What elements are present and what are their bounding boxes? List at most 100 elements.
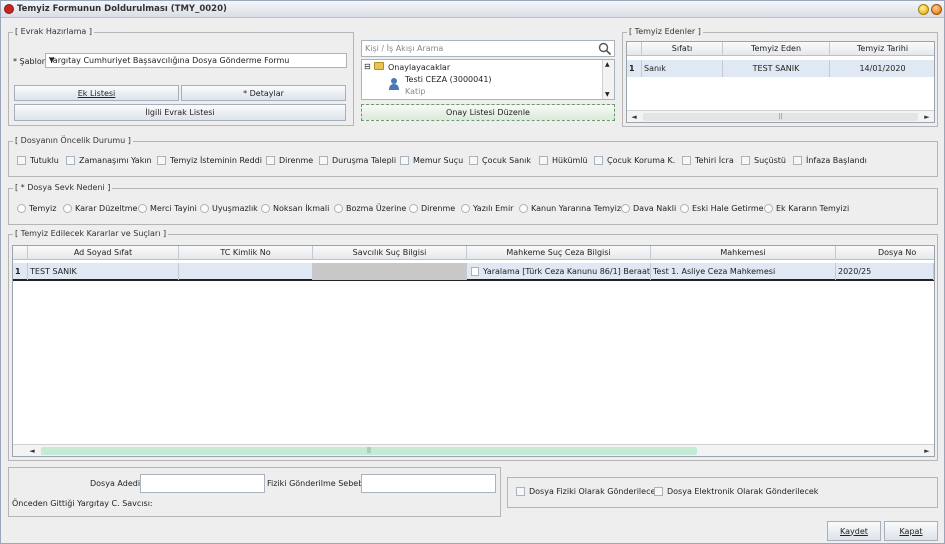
ek-karar-temyiz-radio[interactable]: Ek Kararın Temyizi — [764, 204, 849, 213]
yazili-emir-radio[interactable]: Yazılı Emir — [461, 204, 513, 213]
scroll-left-icon[interactable]: ◄ — [27, 446, 37, 456]
col-header[interactable]: Mahkemesi — [651, 246, 836, 260]
tree-role-label: Katip — [405, 87, 426, 96]
close-button[interactable] — [931, 4, 942, 15]
tehiri-icra-checkbox[interactable]: Tehiri İcra — [682, 156, 734, 165]
tree-vscroll[interactable]: ▲ ▼ — [602, 60, 614, 99]
durusma-checkbox[interactable]: Duruşma Talepli — [319, 156, 396, 165]
checkbox-label: İnfaza Başlandı — [806, 156, 867, 165]
temyiz-reddi-checkbox[interactable]: Temyiz İsteminin Reddi — [157, 156, 262, 165]
karar-duzeltme-radio[interactable]: Karar Düzeltme — [63, 204, 137, 213]
col-header[interactable]: Mahkeme Suç Ceza Bilgisi — [467, 246, 651, 260]
noksan-ikmali-radio[interactable]: Noksan İkmali — [261, 204, 329, 213]
merci-tayini-radio[interactable]: Merci Tayini — [138, 204, 197, 213]
checkbox-label: Çocuk Sanık — [482, 156, 532, 165]
cocuk-koruma-checkbox[interactable]: Çocuk Koruma K. — [594, 156, 675, 165]
app-icon — [4, 4, 14, 14]
table-row[interactable]: 1 Sanık TEST SANIK 14/01/2020 — [627, 60, 934, 77]
sevk-legend: [ * Dosya Sevk Nedeni ] — [13, 183, 113, 192]
checkbox-label: Direnme — [279, 156, 314, 165]
radio-label: Karar Düzeltme — [75, 204, 138, 213]
onay-listesi-label: Onay Listesi Düzenle — [446, 108, 530, 117]
kaydet-button[interactable]: Kaydet — [827, 521, 881, 541]
col-header[interactable]: Temyiz Tarihi — [830, 42, 934, 56]
checkbox-label: Çocuk Koruma K. — [607, 156, 676, 165]
tree-collapse-icon[interactable]: ⊟ — [364, 62, 371, 71]
scroll-thumb[interactable]: || — [643, 113, 918, 121]
dosya-adedi-label: Dosya Adedi: — [90, 479, 143, 488]
cell-temyiz-eden: TEST SANIK — [723, 60, 830, 77]
infaza-baslandi-checkbox[interactable]: İnfaza Başlandı — [793, 156, 867, 165]
tree-root-label[interactable]: Onaylayacaklar — [388, 63, 450, 72]
oncelik-legend: [ Dosyanın Öncelik Durumu ] — [13, 136, 133, 145]
dava-nakli-radio[interactable]: Dava Nakli — [621, 204, 676, 213]
checkbox-label: Tehiri İcra — [695, 156, 734, 165]
fiziki-gonder-checkbox[interactable]: Dosya Fiziki Olarak Gönderilecek — [516, 487, 660, 496]
sucustu-checkbox[interactable]: Suçüstü — [741, 156, 786, 165]
bozma-uzerine-radio[interactable]: Bozma Üzerine — [334, 204, 406, 213]
cell-tc-kimlik — [179, 263, 313, 280]
sablon-select[interactable]: Yargıtay Cumhuriyet Başsavcılığına Dosya… — [45, 53, 347, 68]
kapat-button[interactable]: Kapat — [884, 521, 938, 541]
kisi-search-input[interactable]: Kişi / İş Akışı Arama — [361, 40, 615, 57]
eski-hale-radio[interactable]: Eski Hale Getirme — [680, 204, 764, 213]
elektronik-gonder-checkbox[interactable]: Dosya Elektronik Olarak Gönderilecek — [654, 487, 818, 496]
kararlar-hscroll[interactable]: ◄ || ► — [13, 444, 934, 456]
temyiz-radio[interactable]: Temyiz — [17, 204, 56, 213]
scroll-right-icon[interactable]: ► — [922, 112, 932, 122]
radio-label: Kanun Yararına Temyiz — [531, 204, 622, 213]
checkbox-label: Dosya Fiziki Olarak Gönderilecek — [529, 487, 661, 496]
scroll-left-icon[interactable]: ◄ — [629, 112, 639, 122]
scroll-up-icon[interactable]: ▲ — [605, 61, 610, 68]
memur-sucu-checkbox[interactable]: Memur Suçu — [400, 156, 463, 165]
ek-listesi-button[interactable]: Ek Listesi — [14, 85, 179, 101]
tutuklu-checkbox[interactable]: Tutuklu — [17, 156, 59, 165]
user-icon — [389, 78, 399, 90]
col-header[interactable]: Ad Soyad Sıfat — [28, 246, 179, 260]
detaylar-button[interactable]: * Detaylar — [181, 85, 346, 101]
fiziki-sebep-label: Fiziki Gönderilme Sebebi: — [267, 479, 369, 488]
scroll-thumb[interactable]: || — [41, 447, 697, 455]
row-number: 1 — [627, 60, 642, 77]
row-checkbox[interactable] — [471, 267, 480, 276]
cell-dosya-no: 2020/25 — [836, 263, 934, 280]
cell-mahkeme-suc[interactable]: Yaralama [Türk Ceza Kanunu 86/1] Beraat — [467, 263, 651, 280]
direnme-radio[interactable]: Direnme — [409, 204, 455, 213]
col-header[interactable]: Sıfatı — [642, 42, 723, 56]
kanun-yararina-radio[interactable]: Kanun Yararına Temyiz — [519, 204, 621, 213]
onay-listesi-button[interactable]: Onay Listesi Düzenle — [361, 104, 615, 121]
cocuk-sanik-checkbox[interactable]: Çocuk Sanık — [469, 156, 531, 165]
dosya-adedi-input[interactable] — [140, 474, 265, 493]
edenler-hscroll[interactable]: ◄ || ► — [627, 110, 934, 122]
direnme-checkbox[interactable]: Direnme — [266, 156, 313, 165]
table-row[interactable]: 1 TEST SANIK Yaralama [Türk Ceza Kanunu … — [13, 263, 934, 281]
tree-person-label[interactable]: Testi CEZA (3000041) — [405, 75, 492, 84]
temyiz-edenler-table: Sıfatı Temyiz Eden Temyiz Tarihi 1 Sanık… — [626, 41, 935, 123]
ilgili-evrak-button[interactable]: İlgili Evrak Listesi — [14, 104, 346, 121]
kararlar-legend: [ Temyiz Edilecek Kararlar ve Suçları ] — [13, 229, 169, 238]
cell-sifat: Sanık — [642, 60, 723, 77]
minimize-button[interactable] — [918, 4, 929, 15]
window-title: Temyiz Formunun Doldurulması (TMY_0020) — [17, 4, 227, 14]
col-header[interactable]: Dosya No — [836, 246, 934, 260]
radio-label: Dava Nakli — [633, 204, 677, 213]
col-header[interactable]: Savcılık Suç Bilgisi — [313, 246, 467, 260]
zamanasimi-checkbox[interactable]: Zamanaşımı Yakın — [66, 156, 152, 165]
search-icon[interactable] — [598, 42, 612, 56]
uyusmazlik-radio[interactable]: Uyuşmazlık — [200, 204, 258, 213]
corner-header — [627, 42, 642, 56]
radio-label: Yazılı Emir — [473, 204, 514, 213]
checkbox-label: Zamanaşımı Yakın — [79, 156, 152, 165]
hukumlu-checkbox[interactable]: Hükümlü — [539, 156, 588, 165]
detaylar-label: * Detaylar — [243, 88, 284, 98]
checkbox-label: Duruşma Talepli — [332, 156, 397, 165]
cell-ad-soyad: TEST SANIK — [28, 263, 179, 280]
kaydet-label: Kaydet — [840, 526, 868, 536]
radio-label: Noksan İkmali — [273, 204, 330, 213]
radio-label: Temyiz — [29, 204, 57, 213]
col-header[interactable]: Temyiz Eden — [723, 42, 830, 56]
fiziki-sebep-input[interactable] — [361, 474, 496, 493]
scroll-down-icon[interactable]: ▼ — [605, 91, 610, 98]
scroll-right-icon[interactable]: ► — [922, 446, 932, 456]
col-header[interactable]: TC Kimlik No — [179, 246, 313, 260]
